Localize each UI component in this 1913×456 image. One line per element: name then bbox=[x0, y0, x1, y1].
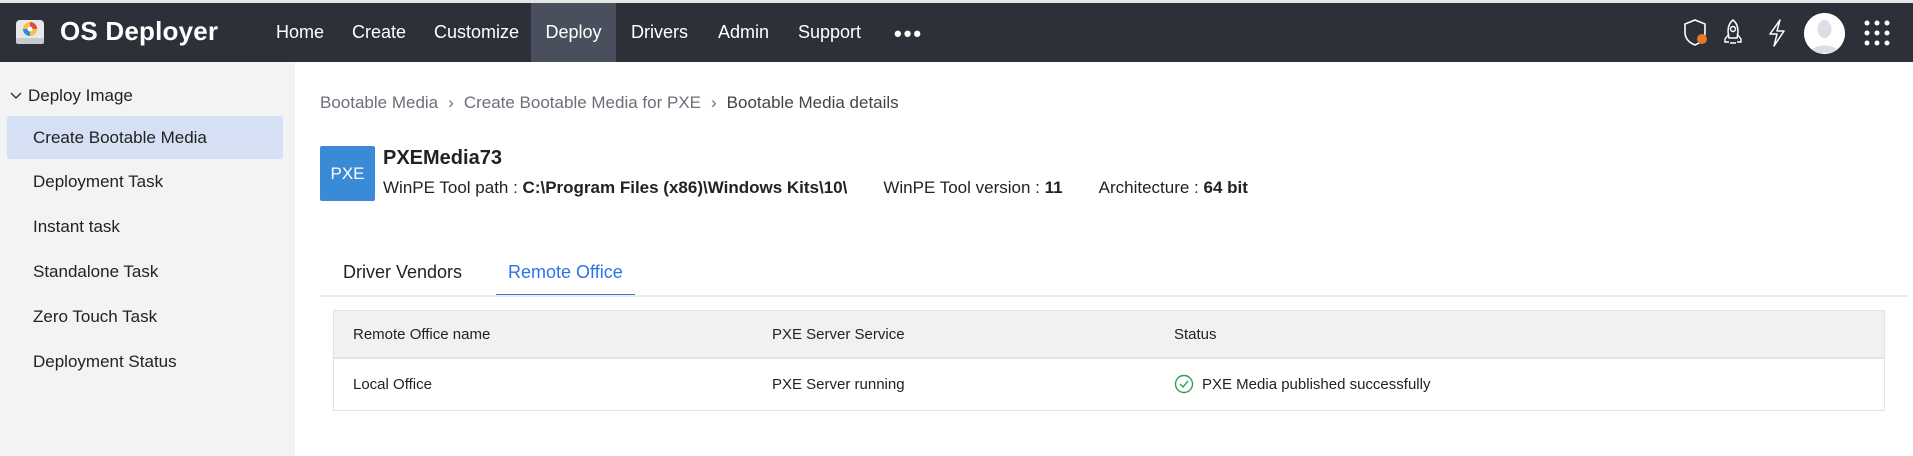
remote-office-table: Remote Office name PXE Server Service St… bbox=[333, 310, 1885, 411]
col-pxe-server-service: PXE Server Service bbox=[772, 325, 905, 343]
breadcrumb-create-pxe[interactable]: Create Bootable Media for PXE bbox=[464, 93, 701, 113]
table-row: Local Office PXE Server running PXE Medi… bbox=[334, 359, 1884, 409]
arch-value: 64 bit bbox=[1203, 178, 1248, 197]
table-header: Remote Office name PXE Server Service St… bbox=[334, 311, 1884, 359]
cell-office-name: Local Office bbox=[353, 375, 432, 393]
breadcrumb-current: Bootable Media details bbox=[726, 93, 899, 112]
chevron-right-icon: › bbox=[448, 93, 454, 112]
nav-deploy[interactable]: Deploy bbox=[531, 3, 616, 62]
media-info: WinPE Tool path : C:\Program Files (x86)… bbox=[383, 178, 1248, 198]
nav-customize[interactable]: Customize bbox=[420, 3, 533, 62]
sidebar: Deploy Image Create Bootable Media Deplo… bbox=[0, 62, 295, 456]
nav-create[interactable]: Create bbox=[338, 3, 420, 62]
sidebar-section-deploy-image[interactable]: Deploy Image bbox=[10, 86, 133, 106]
tabs-divider bbox=[320, 295, 1909, 297]
breadcrumb-bootable-media[interactable]: Bootable Media bbox=[320, 93, 438, 113]
version-label: WinPE Tool version : bbox=[883, 178, 1045, 197]
app-logo-icon bbox=[16, 20, 44, 44]
cell-status: PXE Media published successfully bbox=[1174, 359, 1430, 409]
tab-driver-vendors[interactable]: Driver Vendors bbox=[343, 262, 462, 295]
sidebar-item-instant-task[interactable]: Instant task bbox=[7, 205, 283, 248]
app-title: OS Deployer bbox=[60, 16, 219, 46]
tab-remote-office[interactable]: Remote Office bbox=[496, 262, 635, 297]
apps-grid-icon[interactable] bbox=[1864, 20, 1890, 46]
nav-home[interactable]: Home bbox=[262, 3, 338, 62]
pxe-badge: PXE bbox=[320, 146, 375, 201]
sidebar-item-deployment-status[interactable]: Deployment Status bbox=[7, 340, 283, 383]
status-text: PXE Media published successfully bbox=[1202, 375, 1431, 393]
sidebar-section-label: Deploy Image bbox=[28, 86, 133, 105]
sidebar-item-create-bootable-media[interactable]: Create Bootable Media bbox=[7, 116, 283, 159]
version-value: 11 bbox=[1044, 178, 1063, 197]
path-value: C:\Program Files (x86)\Windows Kits\10\ bbox=[522, 178, 848, 197]
breadcrumb: Bootable Media › Create Bootable Media f… bbox=[320, 93, 899, 113]
shield-alert-icon[interactable] bbox=[1682, 17, 1712, 49]
chevron-down-icon bbox=[10, 92, 22, 99]
media-name: PXEMedia73 bbox=[383, 147, 502, 169]
nav-drivers[interactable]: Drivers bbox=[617, 3, 702, 62]
path-label: WinPE Tool path : bbox=[383, 178, 523, 197]
sidebar-item-zero-touch-task[interactable]: Zero Touch Task bbox=[7, 295, 283, 338]
nav-support[interactable]: Support bbox=[784, 3, 875, 62]
arch-label: Architecture : bbox=[1098, 178, 1204, 197]
top-nav-bar: OS Deployer Home Create Customize Deploy… bbox=[0, 3, 1913, 62]
cell-server-service: PXE Server running bbox=[772, 375, 905, 393]
col-status: Status bbox=[1174, 325, 1217, 343]
col-remote-office-name: Remote Office name bbox=[353, 325, 491, 343]
success-check-icon bbox=[1174, 374, 1194, 394]
rocket-icon[interactable] bbox=[1720, 17, 1746, 49]
user-avatar[interactable] bbox=[1804, 13, 1845, 54]
sidebar-item-standalone-task[interactable]: Standalone Task bbox=[7, 250, 283, 293]
lightning-icon[interactable] bbox=[1765, 17, 1789, 49]
more-menu-button[interactable]: ••• bbox=[894, 21, 923, 47]
chevron-right-icon: › bbox=[711, 93, 717, 112]
sidebar-item-deployment-task[interactable]: Deployment Task bbox=[7, 160, 283, 203]
nav-admin[interactable]: Admin bbox=[704, 3, 783, 62]
